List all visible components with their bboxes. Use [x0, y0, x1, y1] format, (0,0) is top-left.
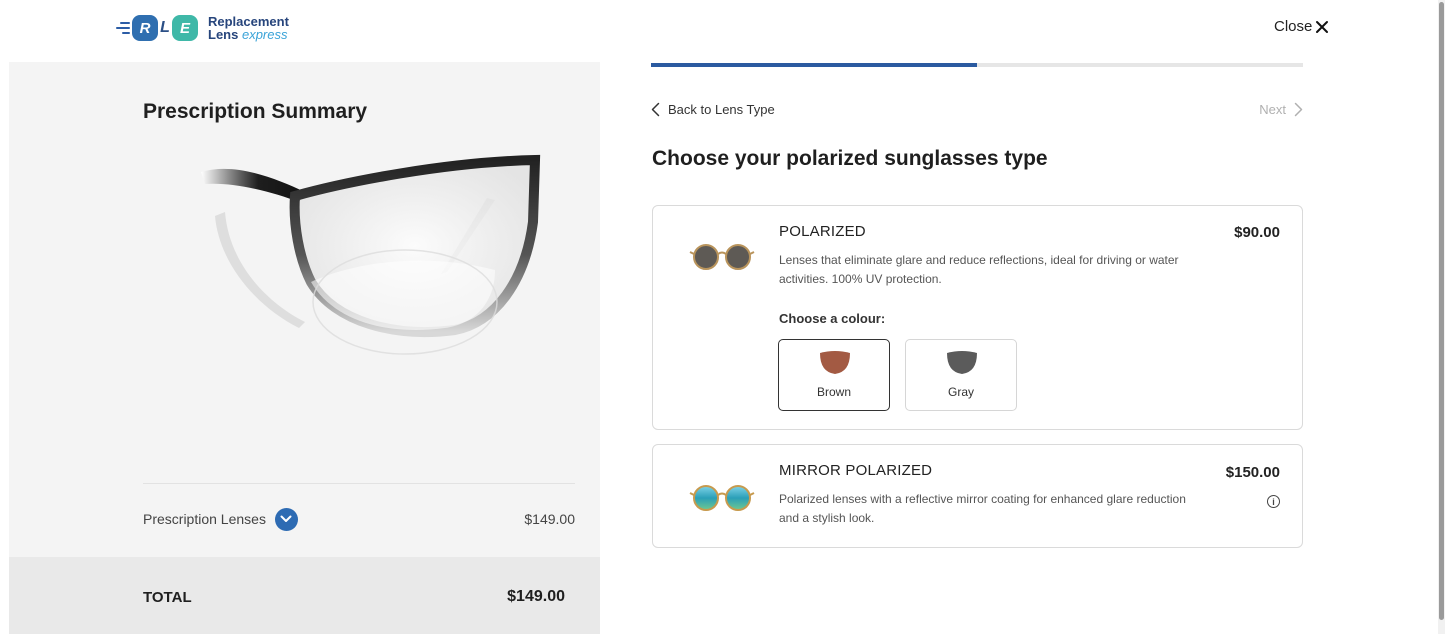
lens-label: Prescription Lenses: [143, 511, 266, 527]
mirror-sunglasses-icon: [689, 485, 755, 511]
logo-badge-l: L: [160, 19, 170, 36]
page-scrollbar[interactable]: [1438, 0, 1445, 634]
option-card-polarized[interactable]: POLARIZED $90.00 Lenses that eliminate g…: [652, 205, 1303, 430]
option-card-mirror-polarized[interactable]: MIRROR POLARIZED $150.00 Polarized lense…: [652, 444, 1303, 548]
back-button[interactable]: Back to Lens Type: [651, 102, 775, 117]
colour-label-brown: Brown: [816, 385, 851, 399]
logo-badge-r: R: [132, 15, 158, 41]
speed-lines-icon: [116, 22, 130, 34]
step-navigation: Back to Lens Type Next: [651, 98, 1303, 120]
option-name: POLARIZED: [779, 223, 866, 240]
colour-option-brown[interactable]: Brown: [778, 339, 890, 411]
prescription-summary-panel: Prescription Summary Prescription Lenses…: [9, 62, 600, 634]
step-progress-fill: [651, 63, 977, 67]
polarized-sunglasses-icon: [689, 244, 755, 270]
summary-divider: [143, 483, 575, 484]
summary-title: Prescription Summary: [143, 100, 368, 123]
option-description: Lenses that eliminate glare and reduce r…: [779, 253, 1179, 286]
logo-line-2: Lens: [208, 27, 239, 42]
gray-lens-icon: [947, 351, 977, 374]
chevron-down-icon: [280, 515, 292, 522]
option-price: $150.00: [1225, 464, 1280, 481]
close-x-icon: [1316, 20, 1329, 33]
logo-wordmark: Replacement Lens express: [208, 15, 289, 41]
colour-label-gray: Gray: [947, 385, 974, 399]
option-name: MIRROR POLARIZED: [779, 462, 933, 479]
logo-line-3: express: [241, 27, 288, 42]
top-header: R L E Replacement Lens express Close: [0, 0, 1438, 62]
close-button[interactable]: Close: [1274, 18, 1329, 35]
lens-price: $149.00: [524, 511, 575, 527]
close-label: Close: [1274, 18, 1313, 35]
eyeglasses-image: [201, 154, 541, 355]
brand-logo[interactable]: R L E Replacement Lens express: [116, 12, 289, 44]
logo-badge-e: E: [172, 15, 198, 41]
next-button[interactable]: Next: [1259, 102, 1303, 117]
total-value: $149.00: [507, 588, 565, 605]
scrollbar-thumb[interactable]: [1439, 2, 1444, 620]
total-label: TOTAL: [143, 589, 192, 606]
back-label: Back to Lens Type: [668, 101, 775, 117]
colour-option-gray[interactable]: Gray: [905, 339, 1017, 411]
total-bar: TOTAL $149.00: [9, 557, 600, 634]
option-price: $90.00: [1234, 224, 1280, 241]
option-description: Polarized lenses with a reflective mirro…: [779, 492, 1186, 525]
prescription-lenses-row: Prescription Lenses $149.00: [143, 502, 575, 536]
info-icon[interactable]: i: [1267, 495, 1280, 508]
brown-lens-icon: [820, 351, 850, 374]
step-title: Choose your polarized sunglasses type: [652, 147, 1048, 170]
chevron-right-icon: [1294, 102, 1303, 116]
next-label: Next: [1259, 101, 1286, 117]
expand-chevron-button[interactable]: [274, 507, 298, 531]
chevron-left-icon: [651, 102, 660, 116]
colour-label: Choose a colour:: [779, 311, 886, 326]
step-progress-bar: [651, 63, 1303, 67]
